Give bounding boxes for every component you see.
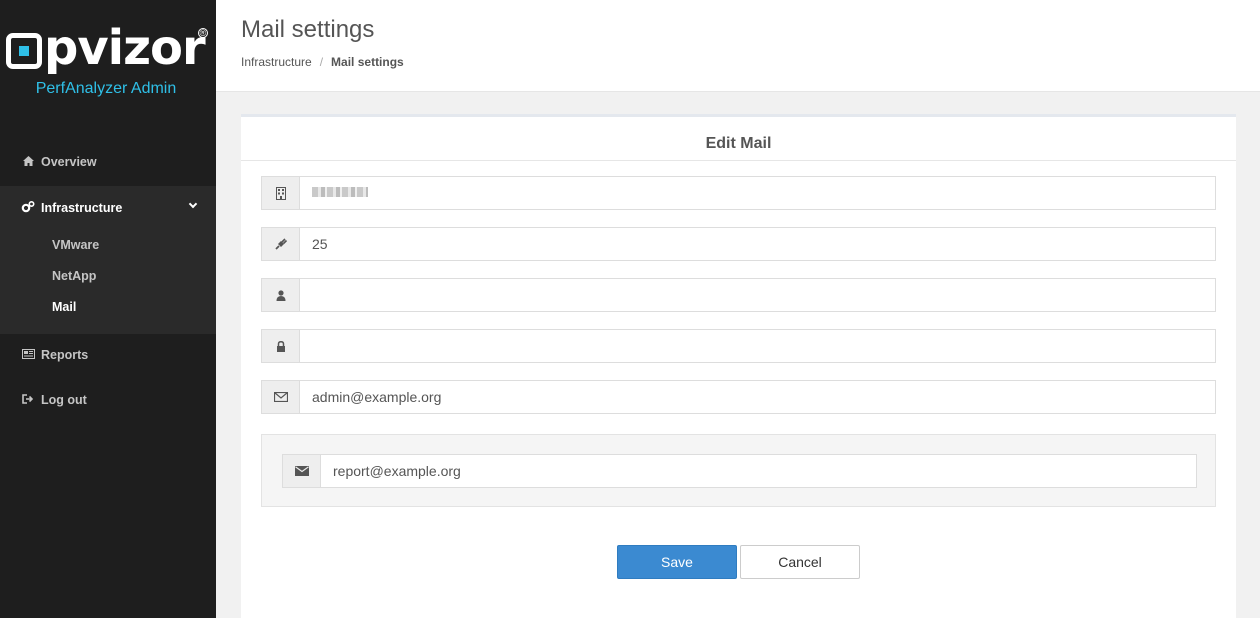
sidebar-subitem-vmware[interactable]: VMware bbox=[52, 238, 99, 252]
registered-mark-icon: ® bbox=[198, 28, 208, 38]
sign-out-icon bbox=[21, 393, 35, 407]
smtp-port-group bbox=[261, 227, 1216, 261]
page-title: Mail settings bbox=[241, 16, 375, 43]
breadcrumb-current: Mail settings bbox=[331, 55, 404, 69]
password-input[interactable] bbox=[300, 330, 1215, 362]
edit-mail-panel: Edit Mail 25 admin@example.org report@ex… bbox=[241, 114, 1236, 618]
sidebar-item-label: Overview bbox=[41, 155, 97, 169]
sidebar-item-label: Infrastructure bbox=[41, 201, 123, 215]
user-icon bbox=[262, 279, 300, 311]
panel-title: Edit Mail bbox=[241, 117, 1236, 161]
lock-icon bbox=[262, 330, 300, 362]
chevron-down-icon bbox=[188, 199, 198, 209]
logo-mark bbox=[6, 33, 42, 69]
cancel-button[interactable]: Cancel bbox=[740, 545, 860, 579]
envelope-icon bbox=[283, 455, 321, 487]
logo-text: pvizor bbox=[44, 20, 206, 76]
smtp-server-group bbox=[261, 176, 1216, 210]
sender-email-input[interactable] bbox=[300, 381, 1215, 413]
home-icon bbox=[21, 155, 35, 169]
newspaper-icon bbox=[21, 348, 35, 362]
username-input[interactable] bbox=[300, 279, 1215, 311]
sidebar-item-logout[interactable]: Log out bbox=[0, 378, 216, 422]
sidebar-item-overview[interactable]: Overview bbox=[0, 140, 216, 184]
sidebar-subitem-mail[interactable]: Mail bbox=[52, 300, 76, 314]
page-header: Mail settings Infrastructure / Mail settin… bbox=[216, 0, 1260, 92]
save-button[interactable]: Save bbox=[617, 545, 737, 579]
breadcrumb: Infrastructure / Mail settings bbox=[241, 55, 404, 69]
app-subtitle: PerfAnalyzer Admin bbox=[35, 80, 177, 97]
smtp-port-input[interactable] bbox=[300, 228, 1215, 260]
password-group bbox=[261, 329, 1216, 363]
sidebar-item-label: Log out bbox=[41, 393, 87, 407]
building-icon bbox=[262, 177, 300, 209]
infrastructure-group: Infrastructure VMware NetApp Mail bbox=[0, 186, 216, 334]
recipient-email-group bbox=[282, 454, 1197, 488]
breadcrumb-link-infrastructure[interactable]: Infrastructure bbox=[241, 55, 312, 69]
sidebar-subitem-netapp[interactable]: NetApp bbox=[52, 269, 96, 283]
recipient-email-input[interactable] bbox=[321, 455, 1196, 487]
sidebar: pvizor ® PerfAnalyzer Admin Overview Inf… bbox=[0, 0, 216, 618]
opvizor-logo: pvizor ® bbox=[4, 20, 214, 78]
obscured-hostname bbox=[312, 187, 368, 197]
recipient-well bbox=[261, 434, 1216, 507]
username-group bbox=[261, 278, 1216, 312]
envelope-outline-icon bbox=[262, 381, 300, 413]
sidebar-item-reports[interactable]: Reports bbox=[0, 333, 216, 377]
breadcrumb-separator: / bbox=[319, 55, 324, 69]
smtp-server-field[interactable] bbox=[300, 177, 1215, 209]
sidebar-item-label: Reports bbox=[41, 348, 89, 362]
plug-icon bbox=[262, 228, 300, 260]
sender-email-group bbox=[261, 380, 1216, 414]
sidebar-item-infrastructure[interactable]: Infrastructure bbox=[0, 186, 216, 230]
cogs-icon bbox=[21, 200, 35, 216]
